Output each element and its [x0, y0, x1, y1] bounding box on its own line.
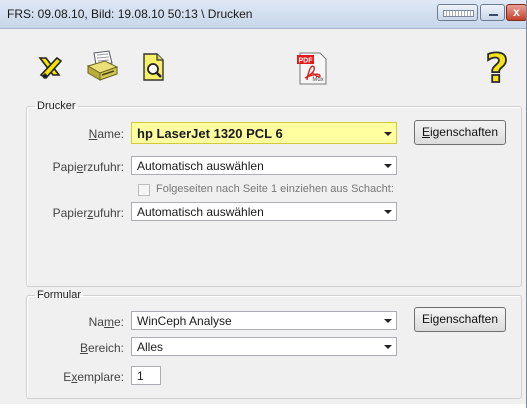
copies-input[interactable]: 1	[131, 366, 161, 385]
print-dialog-window: FRS: 09.08.10, Bild: 19.08.10 50:13 \ Dr…	[0, 0, 527, 408]
toolbar-toggle-button[interactable]	[437, 4, 478, 21]
window-title: FRS: 09.08.10, Bild: 19.08.10 50:13 \ Dr…	[7, 7, 253, 21]
window-bottom-edge	[0, 404, 526, 408]
following-pages-label: Folgeseiten nach Seite 1 einziehen aus S…	[156, 183, 394, 195]
paper-feed-2-label: Papierzufuhr:	[52, 206, 124, 220]
range-select[interactable]: Alles	[131, 337, 397, 356]
paper-feed-label: Papierzufuhr:	[52, 160, 124, 174]
chevron-down-icon[interactable]	[379, 312, 396, 329]
chevron-down-icon[interactable]	[379, 125, 396, 142]
paper-feed-2-select[interactable]: Automatisch auswählen	[131, 202, 397, 221]
print-icon[interactable]	[85, 49, 119, 81]
form-name-select[interactable]: WinCeph Analyse	[131, 311, 397, 330]
printer-name-select[interactable]: hp LaserJet 1320 PCL 6	[131, 122, 397, 144]
range-value: Alles	[137, 340, 164, 354]
printer-properties-button[interactable]: Eigenschaften	[414, 120, 506, 145]
toolbar: PDF Mdx ?	[0, 29, 526, 93]
copies-label: Exemplare:	[63, 370, 124, 384]
copies-value: 1	[137, 369, 144, 383]
form-name-label: Name:	[88, 315, 124, 329]
chevron-down-icon[interactable]	[379, 157, 396, 174]
range-label: Bereich:	[79, 341, 124, 355]
help-icon[interactable]: ?	[479, 45, 515, 93]
paper-feed-select[interactable]: Automatisch auswählen	[131, 156, 397, 175]
pdf-mdx-icon[interactable]: PDF Mdx	[293, 50, 333, 86]
form-name-value: WinCeph Analyse	[137, 314, 232, 328]
help-glyph: ?	[485, 47, 508, 87]
chevron-down-icon[interactable]	[379, 338, 396, 355]
print-preview-icon[interactable]	[138, 51, 170, 83]
paper-feed-2-value: Automatisch auswählen	[137, 205, 264, 219]
printer-name-label: Name:	[88, 127, 124, 141]
title-bar[interactable]: FRS: 09.08.10, Bild: 19.08.10 50:13 \ Dr…	[0, 0, 526, 29]
toolbar-toggle-icon	[443, 10, 474, 17]
form-group-legend: Formular	[37, 289, 82, 301]
pdf-badge-text: PDF	[299, 58, 314, 65]
printer-group-legend: Drucker	[37, 100, 76, 112]
paper-feed-value: Automatisch auswählen	[137, 159, 264, 173]
close-button[interactable]: x	[506, 4, 526, 21]
following-pages-checkbox[interactable]	[138, 184, 150, 196]
minimize-button[interactable]	[480, 4, 505, 21]
printer-name-value: hp LaserJet 1320 PCL 6	[137, 126, 283, 141]
chevron-down-icon[interactable]	[379, 203, 396, 220]
cancel-icon[interactable]	[34, 51, 66, 83]
mdx-text: Mdx	[312, 77, 323, 83]
minimize-icon	[489, 14, 498, 16]
form-properties-button[interactable]: Eigenschaften	[414, 307, 506, 332]
